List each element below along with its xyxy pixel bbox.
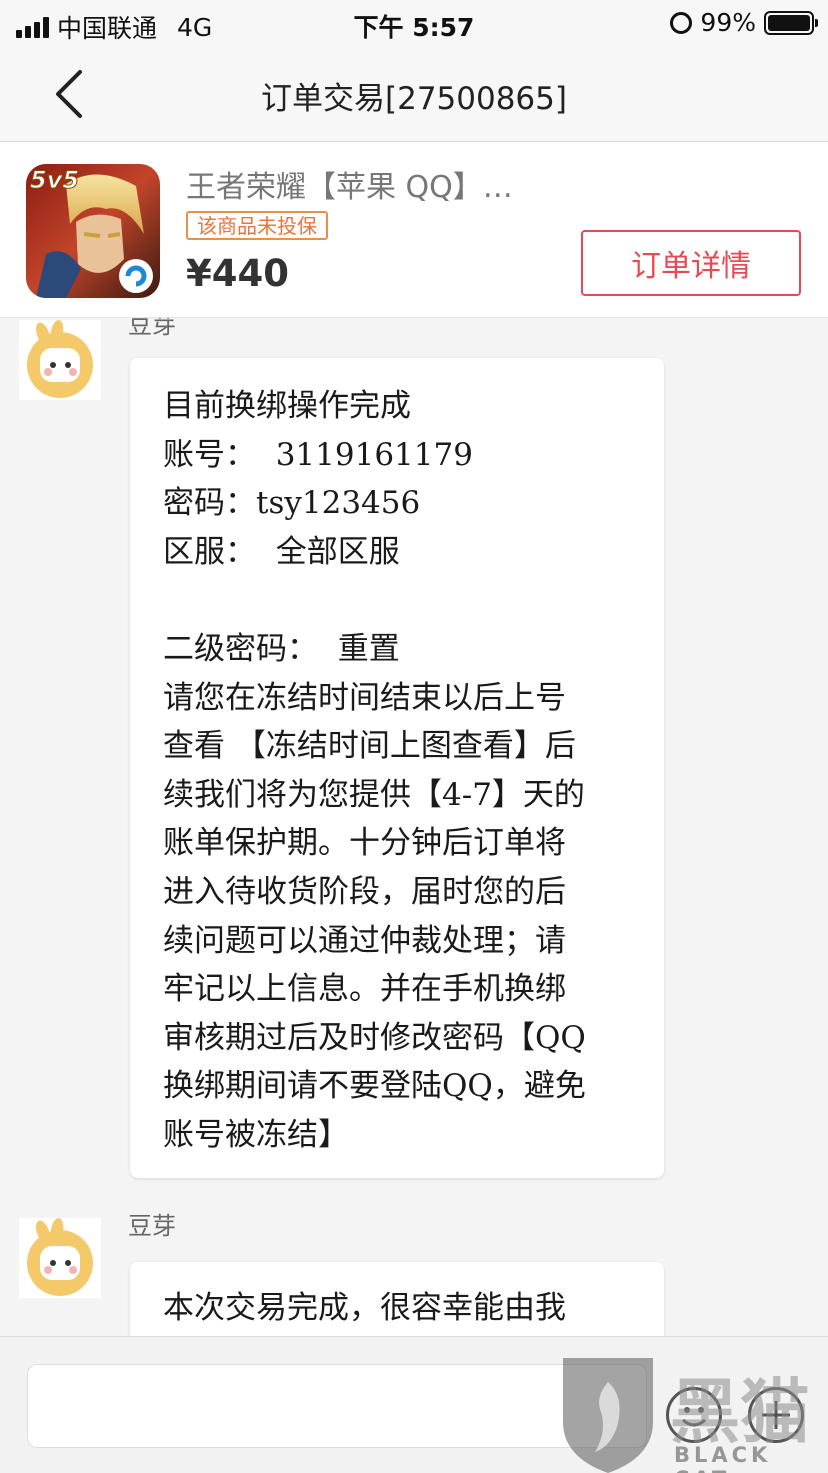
battery-icon [764,10,818,35]
message-line: 换绑期间请不要登陆QQ，避免 [163,1068,586,1105]
message-line: 账号： 3119161179 [163,436,473,473]
message-line: 续我们将为您提供【4-7】天的 [163,776,585,813]
battery-percent: 99% [700,8,756,37]
bunny-avatar-icon [27,320,93,398]
game-icon: 5v5 [26,164,160,298]
message-line [163,576,634,625]
watermark-text-cn: 黑猫 [670,1371,810,1453]
message-line: 二级密码： 重置 [163,630,400,667]
status-right: 99% [670,8,818,37]
product-card[interactable]: 5v5 王者荣耀【苹果 QQ】… 该商品未投保 ¥440 订单详情 [0,142,828,318]
message-line: 审核期过后及时修改密码【QQ [163,1019,586,1056]
chat-area[interactable]: 豆芽 目前换绑操作完成 账号： 3119161179 密码：tsy123456 … [0,318,828,1336]
product-title: 王者荣耀【苹果 QQ】… [186,170,513,205]
game-logo-text: 5v5 [29,166,80,195]
message-line: 账单保护期。十分钟后订单将 [163,825,566,862]
message-bubble[interactable]: 本次交易完成，很容幸能由我 [130,1262,664,1336]
message-line: 请您在冻结时间结束以后上号 [163,679,566,716]
message-bubble[interactable]: 目前换绑操作完成 账号： 3119161179 密码：tsy123456 区服：… [130,358,664,1178]
bunny-avatar-icon [27,1218,93,1296]
alarm-icon [670,11,693,34]
message-line: 区服： 全部区服 [163,533,400,570]
avatar[interactable] [19,1218,101,1298]
avatar[interactable] [19,320,101,400]
sender-name: 豆芽 [128,318,176,339]
status-bar: 中国联通 4G 下午 5:57 99% [0,0,828,46]
sender-name: 豆芽 [128,1212,176,1240]
message-line: 密码：tsy123456 [163,485,421,522]
watermark-text: BLACK CAT [674,1443,772,1473]
message-line: 进入待收货阶段，届时您的后 [163,873,566,910]
message-line: 查看 【冻结时间上图查看】后 [163,728,576,765]
message-line: 账号被冻结】 [163,1116,349,1153]
page-title: 订单交易[27500865] [261,81,567,117]
product-price: ¥440 [186,252,289,295]
message-line: 本次交易完成，很容幸能由我 [163,1290,566,1326]
insurance-badge: 该商品未投保 [186,211,328,240]
navigation-bar: 订单交易[27500865] [0,46,828,142]
message-line: 续问题可以通过仲裁处理；请 [163,922,566,959]
message-line: 牢记以上信息。并在手机换绑 [163,971,566,1008]
message-line: 目前换绑操作完成 [163,388,411,424]
order-detail-button[interactable]: 订单详情 [581,230,801,296]
message-input[interactable] [27,1364,647,1448]
